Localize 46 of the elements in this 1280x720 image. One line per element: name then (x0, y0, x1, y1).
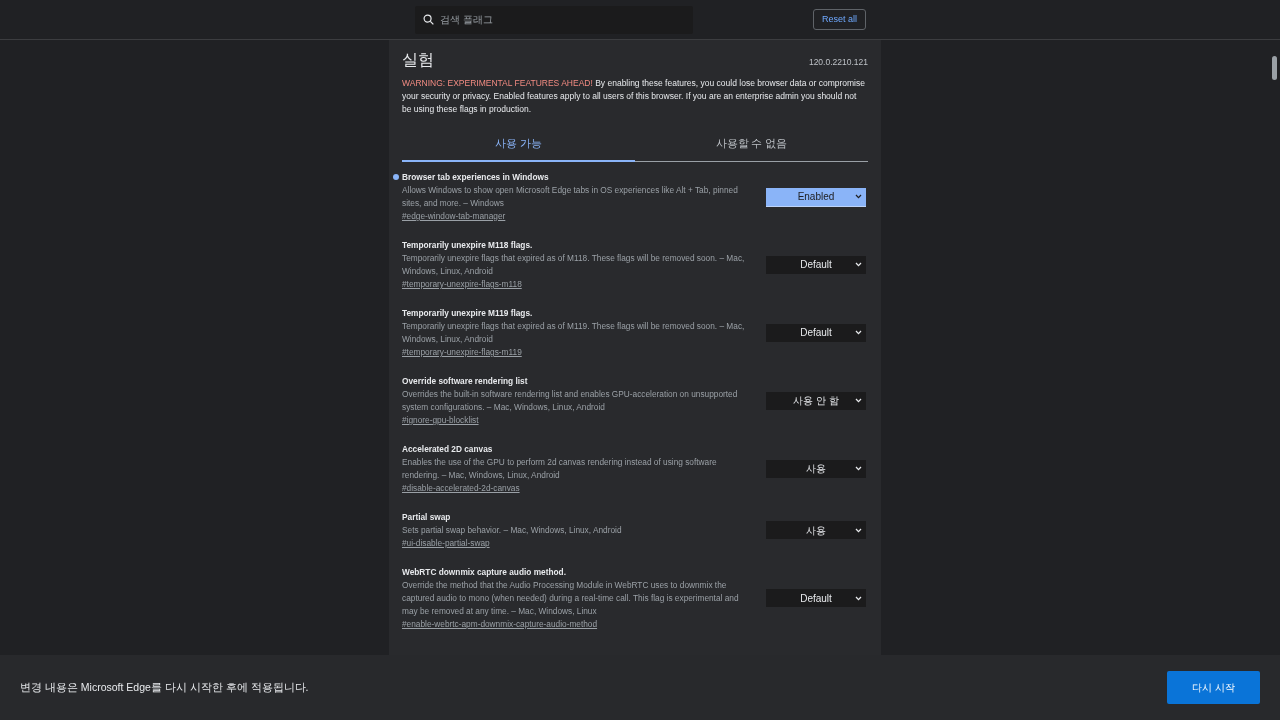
chevron-down-icon (855, 330, 862, 336)
flag-dropdown[interactable]: Enabled (766, 187, 866, 206)
flag-link[interactable]: #disable-accelerated-2d-canvas (402, 481, 520, 495)
search-field[interactable]: 검색 플래그 (415, 5, 693, 34)
chevron-down-icon (855, 398, 862, 404)
flag-description: Override the method that the Audio Processing Module in WebRTC uses to downmix the captured audio to mono (when needed) during a real-time call. This flag is experimental and may be removed at any time. – Mac, Windows, Linux (402, 578, 740, 618)
flag-title: Temporarily unexpire M118 flags. (402, 238, 534, 252)
version-text: 120.0.2210.121 (808, 56, 868, 70)
flag-description: Overrides the built-in software rendering list and enables GPU-acceleration on unsupported system configurations. – Mac, Windows, Linux, Android (402, 387, 739, 414)
flag-title: Accelerated 2D canvas (402, 442, 494, 456)
tab[interactable]: 사용할 수 없음 (635, 130, 868, 162)
chevron-down-icon (855, 527, 862, 533)
flag-title: Override software rendering list (402, 374, 529, 388)
restart-message: 변경 내용은 Microsoft Edge를 다시 시작한 후에 적용됩니다. (20, 679, 309, 695)
search-icon (423, 13, 434, 25)
flag-link[interactable]: #temporary-unexpire-flags-m118 (402, 277, 522, 291)
chevron-down-icon (855, 194, 862, 200)
flag-link[interactable]: #enable-webrtc-apm-downmix-capture-audio-method (402, 617, 598, 631)
flag-title: WebRTC downmix capture audio method. (402, 565, 567, 579)
flag-title: Temporarily unexpire M119 flags. (402, 306, 534, 320)
flag-dropdown[interactable]: Default (766, 589, 866, 608)
tab[interactable]: 사용 가능 (402, 130, 635, 162)
warning-text: WARNING: EXPERIMENTAL FEATURES AHEAD! By enabling these features, you could lose browser data or compromise your security or privacy. Enabled features apply to all users of this browser. If you are an enterprise admin you should not be using these flags in production. (402, 77, 866, 117)
flag-link[interactable]: #temporary-unexpire-flags-m119 (402, 345, 522, 359)
flag-dropdown[interactable]: 사용 안 함 (766, 391, 866, 410)
flag-link[interactable]: #edge-window-tab-manager (402, 209, 506, 223)
flag-link[interactable]: #ignore-gpu-blocklist (402, 413, 479, 427)
chevron-down-icon (855, 595, 862, 601)
page-title: 실험 (402, 50, 434, 70)
flag-dropdown[interactable]: Default (766, 255, 866, 274)
restart-button[interactable]: 다시 시작 (1167, 671, 1260, 704)
flag-dropdown[interactable]: Default (766, 323, 866, 342)
flag-description: Temporarily unexpire flags that expired as of M119. These flags will be removed soon. – Mac, Windows, Linux, Android (402, 319, 746, 346)
flag-title: Browser tab experiences in Windows (402, 170, 550, 184)
flag-description: Sets partial swap behavior. – Mac, Windows, Linux, Android (402, 523, 623, 537)
flag-dropdown[interactable]: 사용 (766, 459, 866, 478)
flag-dropdown[interactable]: 사용 (766, 521, 866, 540)
flag-description: Allows Windows to show open Microsoft Edge tabs in OS experiences like Alt + Tab, pinned sites, and more. – Windows (402, 183, 739, 210)
chevron-down-icon (855, 262, 862, 268)
chevron-down-icon (855, 466, 862, 472)
reset-all-button[interactable]: Reset all (813, 9, 866, 30)
flag-description: Temporarily unexpire flags that expired as of M118. These flags will be removed soon. – Mac, Windows, Linux, Android (402, 251, 746, 278)
scrollbar-thumb[interactable] (1272, 56, 1277, 80)
flag-title: Partial swap (402, 510, 452, 524)
flag-link[interactable]: #ui-disable-partial-swap (402, 536, 490, 550)
flag-description: Enables the use of the GPU to perform 2d canvas rendering instead of using software rendering. – Mac, Windows, Linux, Android (402, 455, 718, 482)
